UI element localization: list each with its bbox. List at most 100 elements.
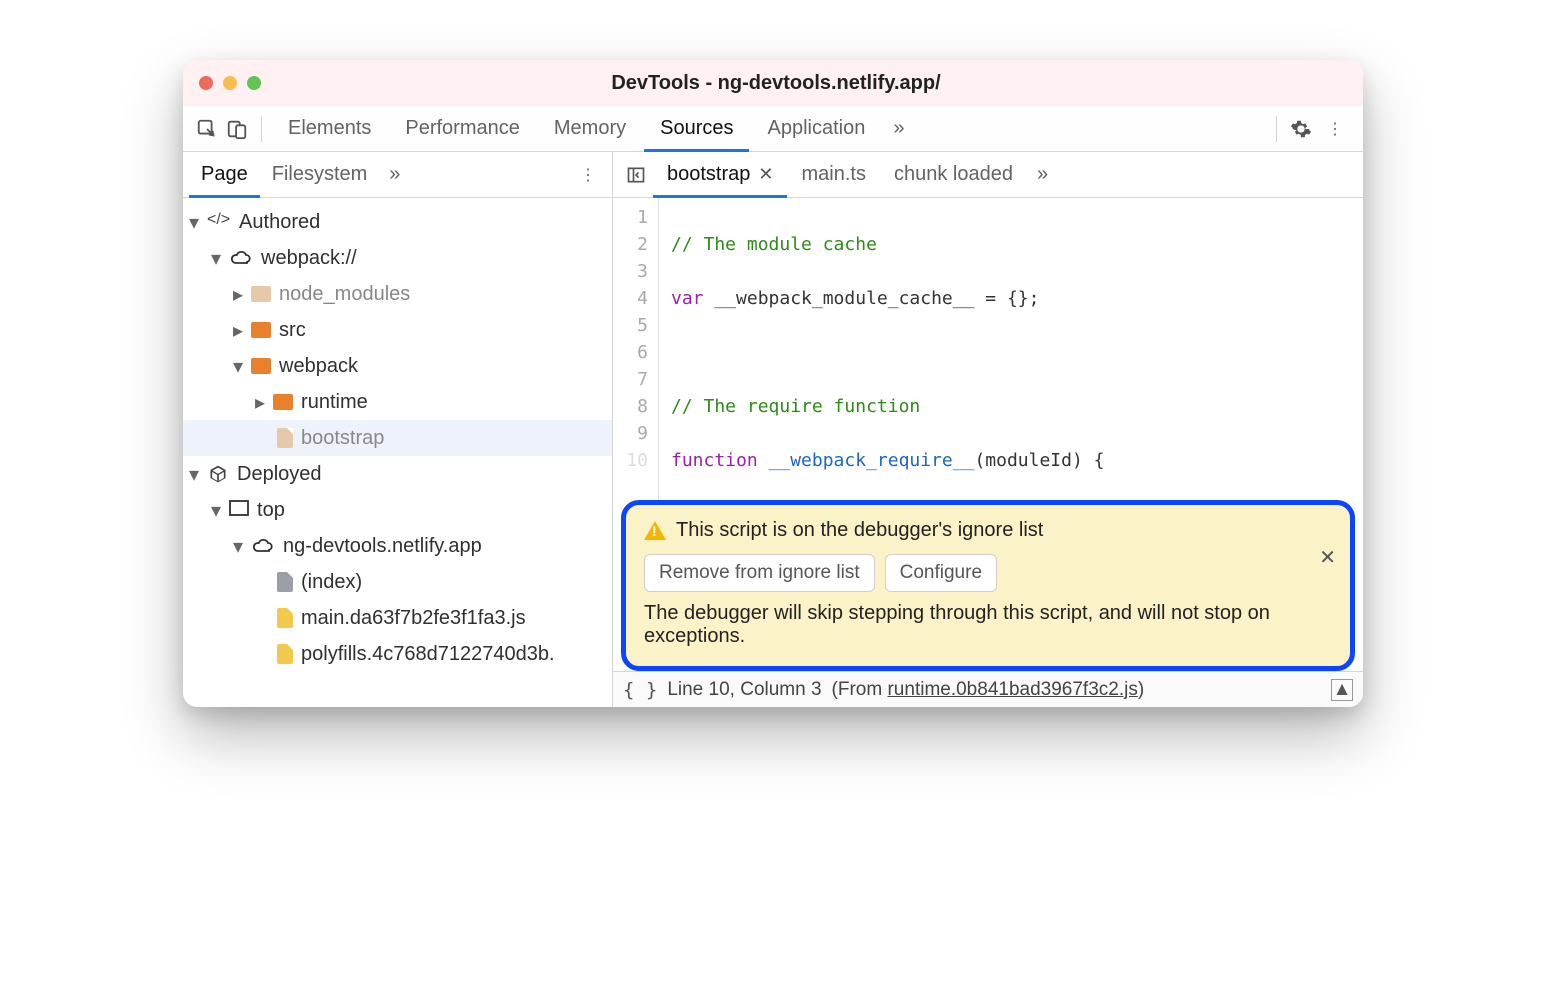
chevron-down-icon xyxy=(233,354,243,379)
inspect-icon[interactable] xyxy=(193,115,221,143)
tree-label: (index) xyxy=(301,571,362,594)
tree-webpack[interactable]: webpack:// xyxy=(183,240,612,276)
remove-ignore-button[interactable]: Remove from ignore list xyxy=(644,554,875,592)
chevron-down-icon xyxy=(211,246,221,271)
sidebar-tabs-overflow-icon[interactable]: » xyxy=(379,163,410,186)
line-number: 10 xyxy=(613,447,648,474)
file-tab-label: bootstrap xyxy=(667,163,750,186)
tree-label: main.da63f7b2fe3f1fa3.js xyxy=(301,607,526,630)
tree-top[interactable]: top xyxy=(183,492,612,528)
tree-runtime[interactable]: runtime xyxy=(183,384,612,420)
infobar-title: This script is on the debugger's ignore … xyxy=(676,519,1043,542)
main-panel: Page Filesystem » ⋮ </> Authored webpack… xyxy=(183,152,1363,707)
file-tab-label: main.ts xyxy=(801,163,865,186)
tree-label: top xyxy=(257,499,285,522)
sidebar: Page Filesystem » ⋮ </> Authored webpack… xyxy=(183,152,613,707)
folder-icon xyxy=(251,358,271,374)
chevron-right-icon xyxy=(255,390,265,415)
ignore-list-infobar: This script is on the debugger's ignore … xyxy=(621,500,1355,671)
warning-icon xyxy=(644,521,666,540)
chevron-down-icon xyxy=(233,534,243,559)
line-number: 2 xyxy=(613,231,648,258)
cursor-location: Line 10, Column 3 xyxy=(667,679,821,701)
infobar-description: The debugger will skip stepping through … xyxy=(644,602,1332,648)
from-label: (From runtime.0b841bad3967f3c2.js) xyxy=(832,679,1145,701)
configure-button[interactable]: Configure xyxy=(885,554,997,592)
tree-polyfills[interactable]: polyfills.4c768d7122740d3b. xyxy=(183,636,612,672)
tab-application[interactable]: Application xyxy=(751,106,881,152)
sidebar-tabs: Page Filesystem » ⋮ xyxy=(183,152,612,198)
folder-icon xyxy=(251,322,271,338)
line-number: 8 xyxy=(613,393,648,420)
tree-label: src xyxy=(279,319,306,342)
tree-bootstrap[interactable]: bootstrap xyxy=(183,420,612,456)
cloud-icon xyxy=(229,249,253,267)
tree-label: polyfills.4c768d7122740d3b. xyxy=(301,643,555,666)
sidebar-kebab-icon[interactable]: ⋮ xyxy=(570,165,606,185)
tree-label: node_modules xyxy=(279,283,410,306)
top-toolbar: Elements Performance Memory Sources Appl… xyxy=(183,106,1363,152)
kebab-icon[interactable]: ⋮ xyxy=(1317,119,1353,139)
window-title: DevTools - ng-devtools.netlify.app/ xyxy=(261,72,1291,95)
sidebar-tab-filesystem[interactable]: Filesystem xyxy=(260,152,380,198)
close-icon[interactable]: ✕ xyxy=(758,164,773,185)
device-toggle-icon[interactable] xyxy=(223,115,251,143)
gear-icon[interactable] xyxy=(1287,115,1315,143)
window-controls xyxy=(199,76,261,90)
tree-webpack-folder[interactable]: webpack xyxy=(183,348,612,384)
cloud-icon xyxy=(251,537,275,555)
line-number: 5 xyxy=(613,312,648,339)
tree-label: runtime xyxy=(301,391,368,414)
toggle-navigator-icon[interactable] xyxy=(619,158,653,192)
tab-sources[interactable]: Sources xyxy=(644,106,749,152)
pretty-print-icon[interactable]: { } xyxy=(623,679,657,701)
source-link[interactable]: runtime.0b841bad3967f3c2.js xyxy=(887,679,1137,700)
tree-src[interactable]: src xyxy=(183,312,612,348)
line-number: 4 xyxy=(613,285,648,312)
minimize-window-button[interactable] xyxy=(223,76,237,90)
frame-icon xyxy=(229,499,249,522)
separator xyxy=(261,116,262,142)
tree-label: ng-devtools.netlify.app xyxy=(283,535,482,558)
tree-mainjs[interactable]: main.da63f7b2fe3f1fa3.js xyxy=(183,600,612,636)
file-tab-label: chunk loaded xyxy=(894,163,1013,186)
tree-label: Authored xyxy=(239,211,320,234)
file-tab-maints[interactable]: main.ts xyxy=(787,152,879,198)
file-tabs-overflow-icon[interactable]: » xyxy=(1027,163,1058,186)
tree-node-modules[interactable]: node_modules xyxy=(183,276,612,312)
titlebar: DevTools - ng-devtools.netlify.app/ xyxy=(183,60,1363,106)
line-number: 9 xyxy=(613,420,648,447)
editor-panel: bootstrap ✕ main.ts chunk loaded » 1 2 3… xyxy=(613,152,1363,707)
collapse-icon[interactable]: ▲ xyxy=(1331,679,1353,701)
chevron-down-icon xyxy=(189,210,199,235)
chevron-right-icon xyxy=(233,318,243,343)
tree-deployed[interactable]: Deployed xyxy=(183,456,612,492)
svg-text:</>: </> xyxy=(207,211,230,228)
close-window-button[interactable] xyxy=(199,76,213,90)
tab-elements[interactable]: Elements xyxy=(272,106,387,152)
chevron-down-icon xyxy=(211,498,221,523)
tab-performance[interactable]: Performance xyxy=(389,106,536,152)
file-tab-chunkloaded[interactable]: chunk loaded xyxy=(880,152,1027,198)
line-number: 1 xyxy=(613,204,648,231)
sidebar-tab-page[interactable]: Page xyxy=(189,152,260,198)
tab-memory[interactable]: Memory xyxy=(538,106,642,152)
tree-label: Deployed xyxy=(237,463,322,486)
tree-label: webpack xyxy=(279,355,358,378)
tree-authored[interactable]: </> Authored xyxy=(183,204,612,240)
tree-label: webpack:// xyxy=(261,247,357,270)
source-tree: </> Authored webpack:// node_modules src xyxy=(183,198,612,678)
js-file-icon xyxy=(277,644,293,664)
package-icon xyxy=(207,464,229,484)
tabs-overflow-icon[interactable]: » xyxy=(883,117,914,140)
file-tab-bootstrap[interactable]: bootstrap ✕ xyxy=(653,152,787,198)
tree-index[interactable]: (index) xyxy=(183,564,612,600)
close-icon[interactable]: ✕ xyxy=(1319,545,1336,570)
tree-domain[interactable]: ng-devtools.netlify.app xyxy=(183,528,612,564)
folder-icon xyxy=(273,394,293,410)
folder-icon xyxy=(251,286,271,302)
file-icon xyxy=(277,572,293,592)
code-icon: </> xyxy=(207,210,231,234)
zoom-window-button[interactable] xyxy=(247,76,261,90)
separator xyxy=(1276,116,1277,142)
